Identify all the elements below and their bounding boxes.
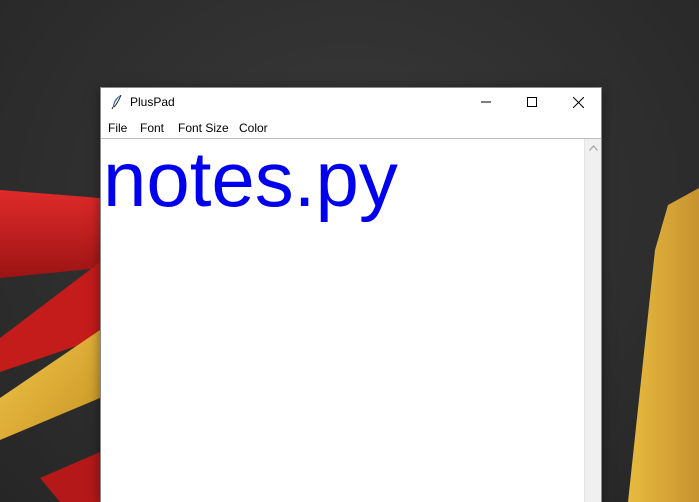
scroll-up-button[interactable] xyxy=(585,139,601,156)
chevron-up-icon xyxy=(589,144,598,151)
menu-bar: File Font Font Size Color xyxy=(101,116,601,139)
menu-color[interactable]: Color xyxy=(239,121,268,135)
editor-content[interactable]: notes.py xyxy=(103,139,398,227)
minimize-icon xyxy=(481,101,491,103)
menu-file[interactable]: File xyxy=(108,121,127,135)
close-button[interactable] xyxy=(555,88,601,116)
minimize-button[interactable] xyxy=(463,88,509,116)
title-bar[interactable]: PlusPad xyxy=(101,88,601,116)
pluspad-window: PlusPad File Font Font Size Color notes.… xyxy=(101,88,601,502)
maximize-button[interactable] xyxy=(509,88,555,116)
vertical-scrollbar[interactable] xyxy=(584,139,601,502)
maximize-icon xyxy=(527,97,537,107)
text-editor-area[interactable]: notes.py xyxy=(101,139,583,502)
menu-font-size[interactable]: Font Size xyxy=(178,121,229,135)
close-icon xyxy=(572,96,584,108)
menu-font[interactable]: Font xyxy=(140,121,164,135)
feather-icon xyxy=(111,94,122,110)
window-title: PlusPad xyxy=(130,95,175,109)
